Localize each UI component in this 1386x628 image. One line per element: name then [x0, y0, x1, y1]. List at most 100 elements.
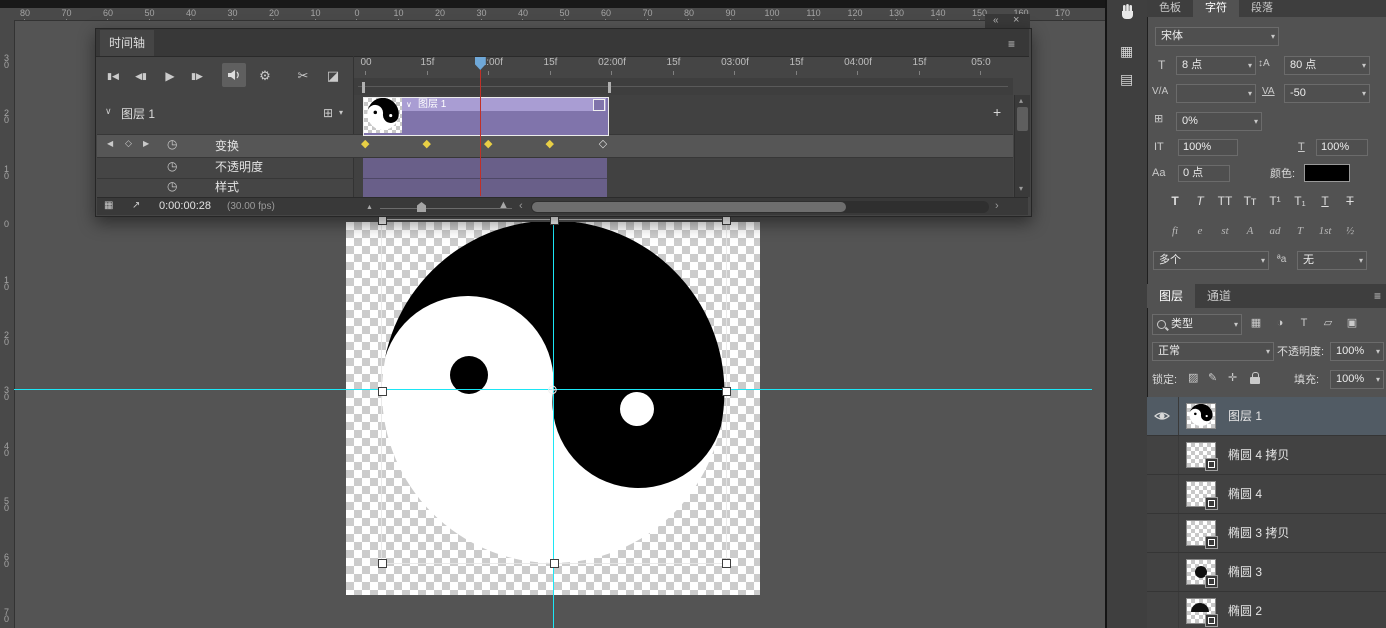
kerning-select[interactable]: ▾ [1176, 84, 1256, 103]
keyframe-icon[interactable]: ◆ [361, 139, 369, 150]
layer-name[interactable]: 椭圆 4 [1228, 488, 1262, 500]
zoom-slider-thumb[interactable] [417, 202, 426, 212]
chevron-open-icon[interactable]: ∨ [406, 101, 412, 109]
transform-handle-bottom-center[interactable] [550, 559, 559, 568]
stylistic-alternates-button[interactable]: ad [1264, 222, 1286, 240]
work-area-start-marker[interactable] [362, 82, 365, 93]
property-style[interactable]: 样式 [215, 181, 239, 193]
stopwatch-icon[interactable]: ◷ [167, 160, 177, 172]
layer-row[interactable]: 椭圆 4 拷贝 [1147, 436, 1386, 475]
horizontal-ruler[interactable]: 8070605040302010010203040506070809010011… [14, 8, 1105, 21]
video-clip[interactable]: ∨ 图层 1 [363, 97, 609, 136]
reference-point-icon[interactable]: ⊕ [547, 383, 558, 396]
lock-pixels-icon[interactable]: ✎ [1208, 373, 1217, 384]
layer-name[interactable]: 椭圆 3 拷贝 [1228, 527, 1289, 539]
visibility-toggle[interactable] [1147, 592, 1179, 628]
layer-name[interactable]: 图层 1 [1228, 410, 1262, 422]
timeline-hscroll-thumb[interactable] [532, 202, 846, 212]
transform-handle-top-center[interactable] [550, 216, 559, 225]
zoom-out-icon[interactable]: ▲ [366, 204, 373, 211]
visibility-toggle[interactable] [1147, 397, 1179, 435]
track-name[interactable]: 图层 1 [121, 108, 155, 120]
discretionary-ligatures-button[interactable]: st [1214, 222, 1236, 240]
leading-select[interactable]: 80 点 ▾ [1284, 56, 1370, 75]
contextual-alternates-button[interactable]: e [1189, 222, 1211, 240]
layer-filter-select[interactable]: 类型 ▾ [1152, 314, 1242, 335]
close-panel-icon[interactable]: × [1013, 15, 1019, 26]
chevron-down-icon[interactable]: ▾ [339, 109, 343, 117]
layer-row[interactable]: 椭圆 2 [1147, 592, 1386, 628]
superscript-button[interactable]: T¹ [1264, 191, 1286, 211]
tab-layers[interactable]: 图层 [1147, 284, 1195, 308]
proportional-spacing-select[interactable]: 0% ▾ [1176, 112, 1262, 131]
collapse-panel-icon[interactable]: « [993, 16, 999, 26]
type-filter-icon[interactable]: T [1294, 314, 1314, 333]
vertical-ruler[interactable]: 302010010203040506070 [0, 20, 15, 628]
small-caps-button[interactable]: Tт [1239, 191, 1261, 211]
scroll-down-icon[interactable]: ▾ [1019, 185, 1023, 193]
frames-view-icon[interactable]: ▦ [104, 201, 113, 211]
layer-thumbnail[interactable] [1186, 403, 1216, 429]
keyframe-icon[interactable]: ◆ [484, 139, 492, 150]
split-clip-icon[interactable]: ✂ [292, 65, 314, 87]
font-family-select[interactable]: 宋体 ▾ [1155, 27, 1279, 46]
swash-button[interactable]: A [1239, 222, 1261, 240]
keyframe-track[interactable]: ◆◆◆◆◇ [354, 135, 1013, 157]
visibility-toggle[interactable] [1147, 475, 1179, 513]
vertical-scale-field[interactable]: 100% [1178, 139, 1238, 156]
timeline-scrollbar[interactable]: ▴ ▾ [1014, 95, 1030, 197]
all-caps-button[interactable]: TT [1214, 191, 1236, 211]
zoom-slider[interactable] [380, 208, 512, 209]
clip-settings-box[interactable] [593, 99, 605, 111]
subscript-button[interactable]: T₁ [1289, 191, 1311, 211]
tab-channels[interactable]: 通道 [1195, 284, 1243, 308]
scrollbar-thumb[interactable] [1017, 107, 1028, 131]
ordinals-button[interactable]: 1st [1314, 222, 1336, 240]
transform-handle-bottom-right[interactable] [722, 559, 731, 568]
blend-mode-select[interactable]: 正常 ▾ [1152, 342, 1274, 361]
layer-row[interactable]: 椭圆 3 拷贝 [1147, 514, 1386, 553]
horizontal-scale-field[interactable]: 100% [1316, 139, 1368, 156]
visibility-toggle[interactable] [1147, 436, 1179, 474]
transform-handle-bottom-left[interactable] [378, 559, 387, 568]
titling-alternates-button[interactable]: T [1289, 222, 1311, 240]
timeline-settings-icon[interactable]: ⚙ [254, 65, 276, 87]
visibility-toggle[interactable] [1147, 553, 1179, 591]
smart-object-filter-icon[interactable]: ▣ [1342, 314, 1362, 333]
keyframe-add-icon[interactable]: ◇ [125, 139, 132, 148]
flyout-arrow-icon[interactable]: ↗ [132, 201, 140, 211]
zoom-in-icon[interactable]: ▲ [498, 200, 509, 211]
chevron-open-icon[interactable]: ∨ [105, 107, 112, 116]
audio-mute-button[interactable] [222, 63, 246, 87]
anti-alias-select[interactable]: 无 ▾ [1297, 251, 1367, 270]
fill-select[interactable]: 100% ▾ [1330, 370, 1384, 389]
baseline-shift-field[interactable]: 0 点 [1178, 165, 1230, 182]
keyframe-next-icon[interactable]: ▶ [143, 140, 149, 148]
transform-handle-middle-right[interactable] [722, 387, 731, 396]
add-media-button[interactable]: + [993, 105, 1001, 119]
tracking-select[interactable]: -50 ▾ [1284, 84, 1370, 103]
keyframe-prev-icon[interactable]: ◀ [107, 140, 113, 148]
scroll-left-icon[interactable]: ‹ [519, 201, 523, 212]
property-opacity[interactable]: 不透明度 [215, 161, 263, 173]
dock-libraries-icon[interactable]: ▤ [1120, 72, 1133, 86]
stopwatch-icon[interactable]: ◷ [167, 138, 177, 150]
layer-name[interactable]: 椭圆 3 [1228, 566, 1262, 578]
transform-handle-top-left[interactable] [378, 216, 387, 225]
timeline-menu-icon[interactable]: ≡ [1008, 38, 1015, 50]
layers-menu-icon[interactable]: ≡ [1374, 290, 1381, 302]
lock-all-icon[interactable] [1250, 377, 1260, 384]
faux-italic-button[interactable]: T [1189, 191, 1211, 211]
opacity-select[interactable]: 100% ▾ [1330, 342, 1384, 361]
stopwatch-icon[interactable]: ◷ [167, 180, 177, 192]
layer-name[interactable]: 椭圆 4 拷贝 [1228, 449, 1289, 461]
font-size-select[interactable]: 8 点 ▾ [1176, 56, 1256, 75]
layer-name[interactable]: 椭圆 2 [1228, 605, 1262, 617]
dock-swatches-icon[interactable]: ▦ [1120, 44, 1133, 58]
standard-ligatures-button[interactable]: fi [1164, 222, 1186, 240]
layer-row[interactable]: 椭圆 3 [1147, 553, 1386, 592]
hand-tool-icon[interactable] [1118, 2, 1138, 22]
work-area-end-marker[interactable] [608, 82, 611, 93]
next-frame-button[interactable]: ▮▶ [186, 65, 208, 87]
layer-row[interactable]: 图层 1 [1147, 397, 1386, 436]
